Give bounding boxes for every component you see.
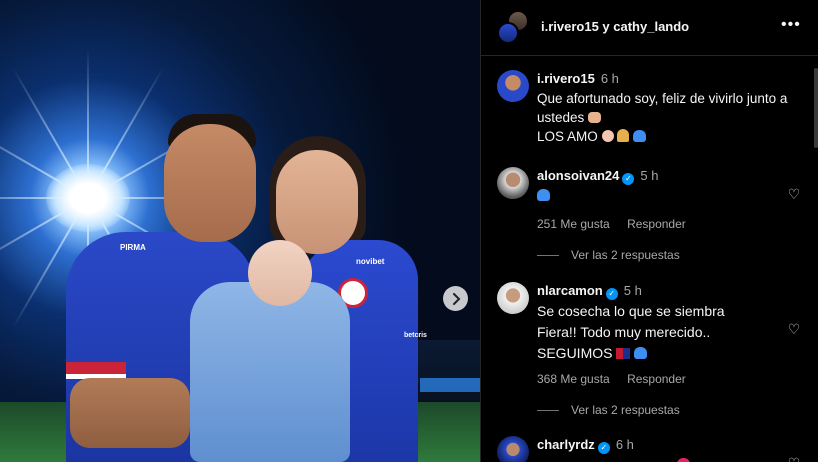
comment-username[interactable]: nlarcamon [537, 283, 603, 298]
comment-text: Se cosecha lo que se siembra Fiera!! Tod… [537, 301, 799, 364]
verified-badge-icon: ✓ [605, 288, 618, 300]
post-photo[interactable]: novibet betcris PIRMA [0, 0, 480, 462]
more-options-icon[interactable]: ••• [781, 16, 801, 34]
comment-line: Fiera!! Todo muy merecido.. [537, 324, 711, 340]
caption-line: ustedes [537, 110, 585, 125]
comment-time[interactable]: 5 h [640, 168, 658, 183]
caption-line: LOS AMO [537, 129, 598, 144]
comment-username[interactable]: i.rivero15 [537, 71, 595, 86]
like-count[interactable]: 368 Me gusta [537, 372, 610, 386]
baby-face [248, 240, 312, 306]
comment-username[interactable]: charlyrdz [537, 437, 595, 452]
comment-time[interactable]: 6 h [616, 437, 634, 452]
heart-outline-icon[interactable]: ♡ [786, 455, 802, 462]
comment-text-partial [537, 455, 799, 462]
sponsor-novibet: novibet [356, 257, 385, 266]
view-replies-button[interactable]: Ver las 2 respuestas [537, 248, 680, 262]
avatar[interactable] [497, 167, 529, 199]
caption-line: Que afortunado soy, feliz de vivirlo jun… [537, 91, 788, 106]
heart-outline-icon[interactable]: ♡ [786, 186, 802, 202]
sponsor-pirma: PIRMA [120, 243, 146, 252]
verified-badge-icon: ✓ [597, 442, 610, 454]
comment-username[interactable]: alonsoivan24 [537, 168, 619, 183]
view-replies-label: Ver las 2 respuestas [571, 403, 680, 417]
comment-text [537, 186, 799, 205]
view-replies-button[interactable]: Ver las 2 respuestas [537, 403, 680, 417]
comment-line: Se cosecha lo que se siembra [537, 303, 725, 319]
verified-badge-icon: ✓ [622, 173, 635, 185]
comment: alonsoivan24 ✓ 5 h 251 Me gusta Responder [497, 167, 807, 237]
caption-text: Que afortunado soy, feliz de vivirlo jun… [537, 89, 799, 146]
collab-avatars[interactable] [495, 10, 529, 44]
next-photo-button[interactable] [443, 286, 468, 311]
man-tattooed-arm [70, 378, 190, 448]
comment-line: SEGUIMOS [537, 345, 613, 361]
post-header: i.rivero15 y cathy_lando ••• [481, 0, 818, 56]
comment-time[interactable]: 6 h [601, 71, 619, 86]
view-replies-label: Ver las 2 respuestas [571, 248, 680, 262]
heart-outline-icon[interactable]: ♡ [786, 321, 802, 337]
blue-heart-emoji-icon [537, 189, 550, 201]
blue-heart-emoji-icon [634, 347, 648, 359]
reply-button[interactable]: Responder [627, 217, 686, 231]
like-count[interactable]: 251 Me gusta [537, 217, 610, 231]
chevron-right-icon [452, 292, 460, 305]
raised-hands-emoji-icon [588, 112, 602, 123]
blue-heart-emoji-icon [633, 130, 647, 142]
jersey-red-stripe [66, 362, 126, 374]
comment-time[interactable]: 5 h [624, 283, 642, 298]
red-heart-emoji-icon [677, 458, 690, 462]
comments-panel: i.rivero15 y cathy_lando ••• i.rivero15 6… [480, 0, 818, 462]
post-authors[interactable]: i.rivero15 y cathy_lando [541, 19, 689, 34]
avatar[interactable] [497, 70, 529, 102]
sponsor-betcris: betcris [404, 332, 427, 339]
baby-emoji-icon [601, 130, 614, 142]
comment: charlyrdz ✓ 6 h [497, 436, 807, 462]
comment: nlarcamon ✓ 5 h Se cosecha lo que se siemb… [497, 282, 807, 392]
avatar[interactable] [497, 436, 529, 462]
flag-emoji-icon [616, 348, 631, 359]
scrollbar[interactable] [814, 68, 818, 148]
person-emoji-icon [617, 129, 630, 142]
reply-button[interactable]: Responder [627, 372, 686, 386]
woman-face [276, 150, 358, 254]
man-face [164, 124, 256, 242]
caption: i.rivero15 6 h Que afortunado soy, feliz … [497, 70, 807, 150]
stadium-led-board [420, 378, 480, 392]
avatar-i-rivero15[interactable] [497, 22, 519, 44]
avatar[interactable] [497, 282, 529, 314]
baby-blanket [190, 282, 350, 462]
